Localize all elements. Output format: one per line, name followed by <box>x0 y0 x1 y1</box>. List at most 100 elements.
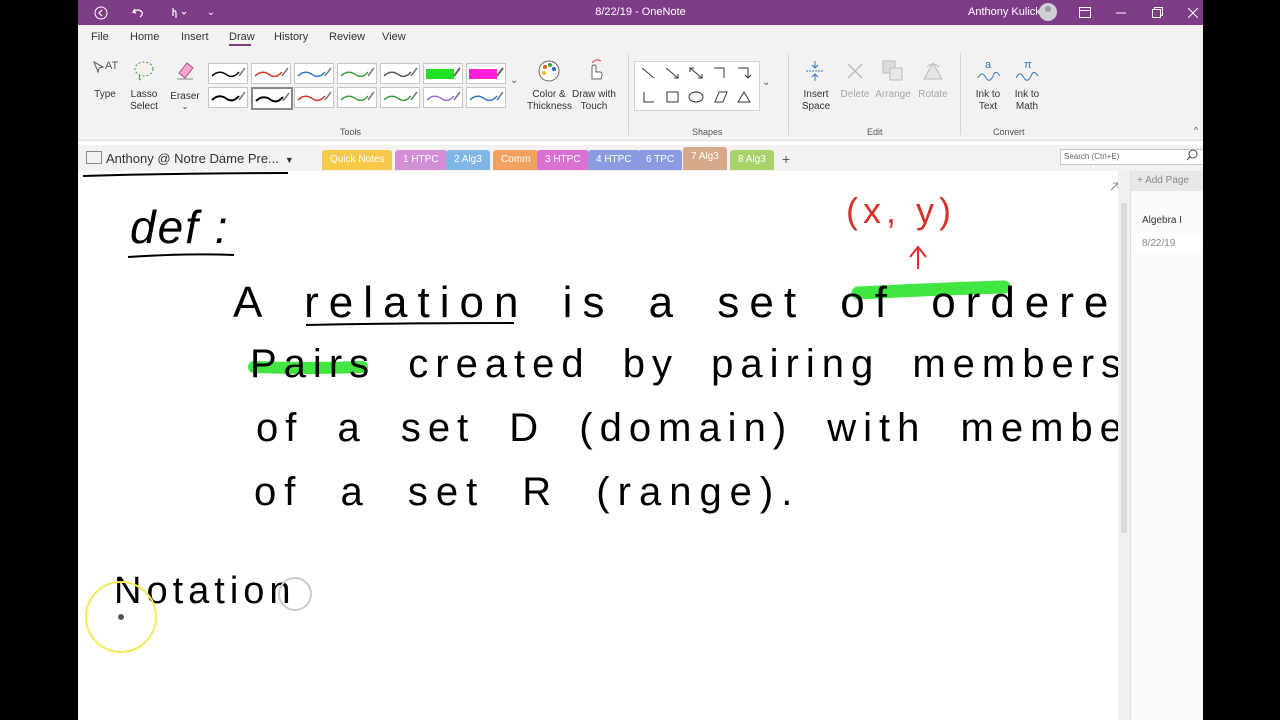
pen-swatch[interactable] <box>208 63 248 84</box>
lasso-select-label[interactable]: Lasso Select <box>126 89 162 113</box>
group-edit-label: Edit <box>867 127 883 137</box>
delete-label[interactable]: Delete <box>836 89 874 101</box>
search-icon[interactable] <box>1186 148 1198 166</box>
restore-icon[interactable] <box>1142 0 1172 25</box>
ink-to-math-line1: Ink to <box>1014 89 1040 100</box>
draw-touch-line2: Touch <box>580 101 608 112</box>
lasso-select-icon[interactable] <box>132 60 156 87</box>
ink-to-text-label[interactable]: Ink to Text <box>970 89 1006 113</box>
arrow-shape-icon[interactable] <box>665 67 679 79</box>
separator <box>960 53 961 135</box>
scrollbar-thumb[interactable] <box>1121 203 1127 533</box>
vertical-scrollbar[interactable] <box>1118 171 1130 720</box>
pen-gallery-more-icon[interactable]: ⌄ <box>510 75 518 86</box>
double-arrow-shape-icon[interactable] <box>689 67 703 79</box>
pen-swatch[interactable] <box>251 63 291 84</box>
type-label[interactable]: Type <box>92 89 118 101</box>
parallelogram-shape-icon[interactable] <box>714 91 728 103</box>
triangle-shape-icon[interactable] <box>737 91 751 103</box>
rectangle-shape-icon[interactable] <box>666 91 679 103</box>
svg-text:a: a <box>985 59 992 71</box>
tab-file[interactable]: File <box>91 31 109 43</box>
pen-swatch[interactable] <box>294 63 334 84</box>
section-tab[interactable]: 1 HTPC <box>395 150 447 170</box>
arrange-icon[interactable] <box>881 59 905 88</box>
section-tab[interactable]: Comm <box>493 150 539 170</box>
section-tab[interactable]: Quick Notes <box>322 150 393 170</box>
add-page-label: Add Page <box>1145 175 1190 186</box>
expand-icon[interactable] <box>1110 182 1119 191</box>
minimize-icon[interactable] <box>1106 0 1136 25</box>
tab-history[interactable]: History <box>274 31 308 43</box>
section-tab[interactable]: 4 HTPC <box>588 150 640 170</box>
arrange-label[interactable]: Arrange <box>874 89 912 101</box>
section-tab[interactable]: 8 Alg3 <box>730 150 774 170</box>
pen-swatch[interactable] <box>466 87 506 108</box>
ink-line1: A relation is a set of ordered <box>233 278 1118 327</box>
color-thickness-label[interactable]: Color & Thickness <box>527 89 573 113</box>
section-tab[interactable]: 6 TPC <box>638 150 683 170</box>
pen-swatch[interactable] <box>466 63 506 84</box>
eraser-dropdown-icon[interactable]: ⌄ <box>168 101 202 113</box>
page-canvas[interactable]: def : (x, y) A relation is a set of orde… <box>78 171 1169 720</box>
pen-swatch[interactable] <box>337 63 377 84</box>
notebook-name: Anthony @ Notre Dame Pre... <box>106 151 279 166</box>
avatar[interactable] <box>1039 3 1057 21</box>
close-icon[interactable] <box>1178 0 1203 25</box>
ink-notation: Notation <box>114 570 296 612</box>
lasso-label-line2: Select <box>130 101 158 112</box>
group-convert-label: Convert <box>993 127 1025 137</box>
ellipse-shape-icon[interactable] <box>688 91 704 103</box>
rotate-label[interactable]: Rotate <box>914 89 952 101</box>
pen-swatch[interactable] <box>251 87 293 110</box>
palette-icon[interactable] <box>537 59 561 88</box>
active-tab-indicator <box>229 44 251 46</box>
user-name[interactable]: Anthony Kulick <box>968 6 1041 18</box>
insert-space-icon[interactable] <box>804 59 826 88</box>
collapse-ribbon-icon[interactable]: ^ <box>1194 125 1198 135</box>
draw-with-touch-icon[interactable] <box>582 57 606 88</box>
delete-icon[interactable] <box>845 61 865 86</box>
tab-insert[interactable]: Insert <box>181 31 209 43</box>
pen-swatch[interactable] <box>423 87 463 108</box>
pen-swatch[interactable] <box>380 63 420 84</box>
eraser-icon[interactable] <box>173 59 197 86</box>
ink-to-text-icon[interactable]: a <box>976 58 1002 89</box>
insert-space-line2: Space <box>801 101 831 112</box>
search-input[interactable]: Search (Ctrl+E) <box>1060 149 1203 165</box>
line-shape-icon[interactable] <box>641 67 655 79</box>
pen-swatch[interactable] <box>208 87 248 108</box>
draw-with-touch-label[interactable]: Draw with Touch <box>571 89 617 113</box>
corner-shape-icon[interactable] <box>643 92 654 103</box>
plus-icon: + <box>1137 175 1146 186</box>
add-page-button[interactable]: + Add Page <box>1131 171 1203 191</box>
notebook-dropdown[interactable]: Anthony @ Notre Dame Pre... ▼ <box>86 151 294 166</box>
ink-to-text-line2: Text <box>978 101 998 112</box>
axis-shape-icon[interactable] <box>714 67 725 78</box>
rotate-icon[interactable] <box>921 59 945 88</box>
pen-swatch[interactable] <box>380 87 420 108</box>
type-text-icon[interactable]: AT <box>92 58 119 85</box>
section-tab[interactable]: 7 Alg3 <box>683 147 727 170</box>
section-tab[interactable]: 2 Alg3 <box>446 150 490 170</box>
ink-to-math-icon[interactable]: π <box>1014 58 1040 89</box>
insert-space-label[interactable]: Insert Space <box>796 89 836 113</box>
page-item[interactable]: Algebra I <box>1131 215 1203 226</box>
ink-to-math-label[interactable]: Ink to Math <box>1008 89 1046 113</box>
add-section-button[interactable]: + <box>782 151 790 167</box>
page-item-selected[interactable]: 8/22/19 <box>1131 233 1203 255</box>
tab-review[interactable]: Review <box>329 31 365 43</box>
pen-swatch[interactable] <box>423 63 463 84</box>
tab-draw[interactable]: Draw <box>229 31 255 43</box>
tab-home[interactable]: Home <box>130 31 159 43</box>
pen-swatch[interactable] <box>294 87 334 108</box>
axis2-shape-icon[interactable] <box>738 67 752 79</box>
shapes-more-icon[interactable]: ⌄ <box>762 77 770 88</box>
section-tab[interactable]: 3 HTPC <box>537 150 589 170</box>
color-thickness-line2: Thickness <box>527 101 573 112</box>
ink-line2: Pairs created by pairing members <box>250 342 1118 386</box>
tab-view[interactable]: View <box>382 31 406 43</box>
ribbon-display-icon[interactable] <box>1070 0 1100 25</box>
pen-swatch[interactable] <box>337 87 377 108</box>
svg-text:AT: AT <box>105 60 118 72</box>
